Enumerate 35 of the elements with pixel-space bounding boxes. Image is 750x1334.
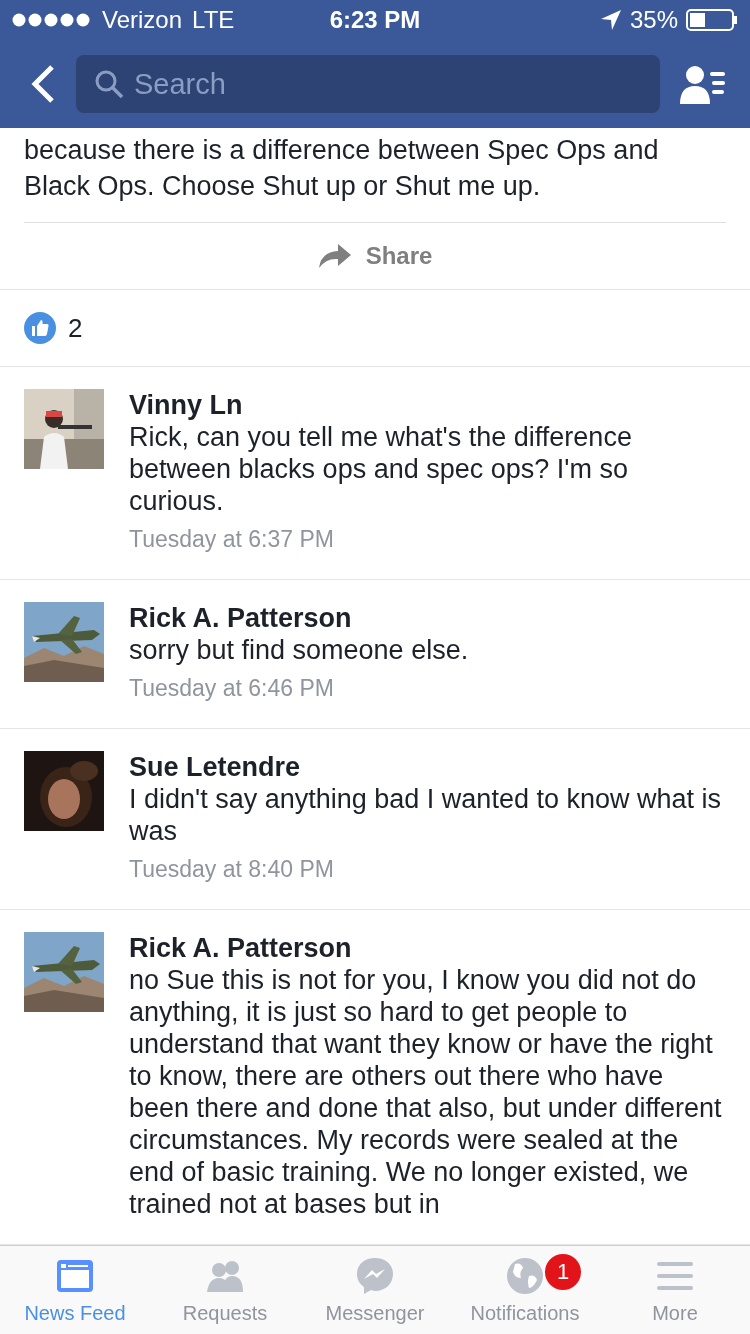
carrier-label: Verizon: [102, 6, 183, 34]
comment-author[interactable]: Rick A. Patterson: [129, 932, 726, 964]
share-button[interactable]: Share: [311, 241, 439, 271]
back-icon[interactable]: [30, 64, 56, 104]
friend-list-icon[interactable]: [680, 64, 726, 104]
share-icon: [317, 243, 352, 269]
tab-bar-item[interactable]: News Feed: [0, 1246, 150, 1334]
comment-author[interactable]: Rick A. Patterson: [129, 602, 726, 634]
location-icon: [599, 9, 622, 31]
comment-time: Tuesday at 6:37 PM: [129, 525, 335, 554]
comment-text: sorry but find someone else.: [129, 634, 470, 666]
tab-bar-item[interactable]: Requests: [150, 1246, 300, 1334]
tab-bar-item[interactable]: Messenger: [300, 1246, 450, 1334]
comment-time: Tuesday at 8:40 PM: [129, 855, 335, 884]
comment-author[interactable]: Vinny Ln: [129, 389, 726, 421]
tab-bar-item[interactable]: More: [600, 1246, 750, 1334]
like-icon: [24, 312, 56, 344]
comment-text: I didn't say anything bad I wanted to know what is was: [129, 783, 722, 847]
comment-time: Tuesday at 6:46 PM: [129, 674, 335, 703]
tab-bar-item[interactable]: Notifications 1: [450, 1246, 600, 1334]
globe-icon: [505, 1255, 545, 1296]
battery-percent: 35%: [629, 6, 678, 34]
comment-text: Rick, can you tell me what's the difference between blacks ops and spec ops? I'm so curious.: [129, 421, 633, 517]
comment-text: no Sue this is not for you, I know you did not do anything, it is just so hard to get people to understand that want they know or have the right to know, there are others out there who have been there and done that also, but under different circumstances. My records were sealed at the end of basic training. We no longer existed, we trained not at bases but in: [129, 964, 723, 1220]
status-time: 6:23 PM: [329, 6, 421, 33]
battery-icon: [686, 8, 738, 32]
notification-badge: 1: [545, 1254, 581, 1290]
messenger-icon: [355, 1255, 395, 1296]
signal-icon: [12, 13, 92, 27]
like-count: 2: [68, 312, 83, 344]
search-field[interactable]: Search: [76, 55, 660, 113]
comment-author[interactable]: Sue Letendre: [129, 751, 726, 783]
post-text: because there is a difference between Spec Ops and Black Ops. Choose Shut up or Shut me up.: [24, 128, 726, 223]
search-icon: [94, 69, 124, 99]
network-label: LTE: [192, 6, 235, 34]
